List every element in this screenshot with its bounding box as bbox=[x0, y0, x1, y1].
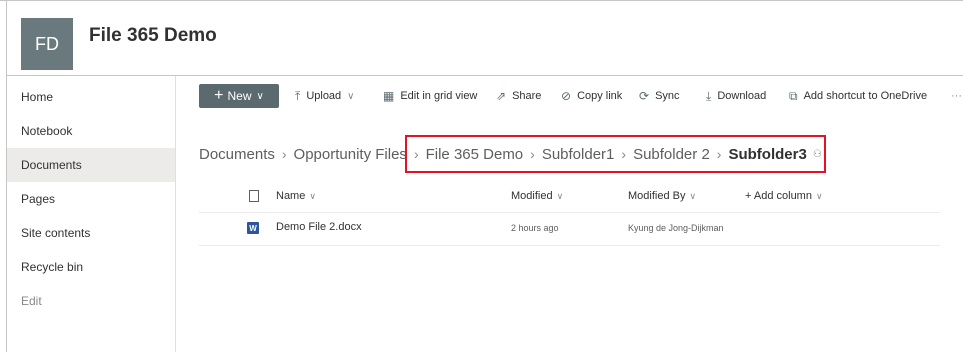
nav-item-recycle-bin[interactable]: Recycle bin bbox=[7, 250, 175, 284]
copy-link-button[interactable]: ⊘ Copy link bbox=[561, 84, 622, 108]
add-column-label: + Add column bbox=[745, 190, 812, 202]
chevron-down-icon: ∨ bbox=[256, 90, 264, 102]
shortcut-icon: ⧉ bbox=[789, 88, 798, 103]
breadcrumb-item-opportunity-files[interactable]: Opportunity Files bbox=[294, 146, 407, 163]
more-options-button[interactable]: ··· bbox=[951, 84, 962, 108]
column-header-modified[interactable]: Modified ∨ bbox=[511, 188, 563, 204]
chevron-down-icon: ∨ bbox=[347, 90, 355, 102]
left-navigation: Home Notebook Documents Pages Site conte… bbox=[7, 76, 176, 352]
plus-icon: + bbox=[214, 87, 224, 104]
nav-item-notebook[interactable]: Notebook bbox=[7, 114, 175, 148]
nav-item-home[interactable]: Home bbox=[7, 80, 175, 114]
modified-by-value[interactable]: Kyung de Jong-Dijkman bbox=[628, 223, 724, 233]
command-bar: + New ∨ ⤒ Upload ∨ ▦ Edit in grid view ⇗… bbox=[199, 84, 963, 108]
link-icon: ⊘ bbox=[561, 89, 572, 103]
site-logo[interactable]: FD bbox=[21, 18, 73, 70]
add-shortcut-label: Add shortcut to OneDrive bbox=[803, 90, 928, 102]
sync-icon: ⟳ bbox=[639, 89, 650, 103]
modified-value: 2 hours ago bbox=[511, 223, 559, 233]
chevron-down-icon: ∨ bbox=[309, 190, 316, 201]
new-button[interactable]: + New ∨ bbox=[199, 84, 279, 108]
site-title[interactable]: File 365 Demo bbox=[89, 25, 217, 47]
edit-grid-label: Edit in grid view bbox=[400, 90, 478, 102]
new-button-label: New bbox=[227, 89, 252, 103]
column-name-label: Name bbox=[276, 190, 306, 202]
highlight-annotation bbox=[405, 135, 826, 173]
add-column-button[interactable]: + Add column ∨ bbox=[745, 188, 823, 204]
edit-grid-view-button[interactable]: ▦ Edit in grid view bbox=[383, 84, 477, 108]
share-label: Share bbox=[512, 90, 542, 102]
chevron-right-icon: › bbox=[281, 146, 287, 162]
nav-item-edit[interactable]: Edit bbox=[7, 284, 175, 318]
add-shortcut-button[interactable]: ⧉ Add shortcut to OneDrive bbox=[789, 84, 927, 108]
download-button[interactable]: ⤓ Download bbox=[706, 84, 766, 108]
column-header-modified-by[interactable]: Modified By ∨ bbox=[628, 188, 696, 204]
chevron-down-icon: ∨ bbox=[689, 190, 697, 201]
file-type-icon bbox=[249, 190, 259, 202]
nav-item-site-contents[interactable]: Site contents bbox=[7, 216, 175, 250]
grid-icon: ▦ bbox=[383, 89, 395, 103]
breadcrumb-item-documents[interactable]: Documents bbox=[199, 146, 275, 163]
column-modified-by-label: Modified By bbox=[628, 190, 686, 202]
nav-item-pages[interactable]: Pages bbox=[7, 182, 175, 216]
upload-label: Upload bbox=[306, 90, 342, 102]
upload-icon: ⤒ bbox=[295, 88, 301, 103]
column-modified-label: Modified bbox=[511, 190, 553, 202]
chevron-down-icon: ∨ bbox=[556, 190, 564, 201]
copy-link-label: Copy link bbox=[577, 90, 623, 102]
sync-button[interactable]: ⟳ Sync bbox=[639, 84, 680, 108]
download-label: Download bbox=[717, 90, 767, 102]
sync-label: Sync bbox=[655, 90, 680, 102]
site-header: FD File 365 Demo bbox=[7, 1, 963, 74]
download-icon: ⤓ bbox=[706, 88, 712, 103]
table-row[interactable]: W Demo File 2.docx 2 hours ago Kyung de … bbox=[199, 213, 940, 246]
share-icon: ⇗ bbox=[496, 89, 507, 103]
column-header-name[interactable]: Name ∨ bbox=[276, 188, 316, 204]
chevron-down-icon: ∨ bbox=[815, 190, 823, 201]
upload-button[interactable]: ⤒ Upload ∨ bbox=[295, 84, 355, 108]
file-name-link[interactable]: Demo File 2.docx bbox=[276, 221, 362, 233]
nav-item-documents[interactable]: Documents bbox=[7, 148, 175, 182]
share-button[interactable]: ⇗ Share bbox=[496, 84, 541, 108]
word-icon: W bbox=[247, 222, 259, 234]
